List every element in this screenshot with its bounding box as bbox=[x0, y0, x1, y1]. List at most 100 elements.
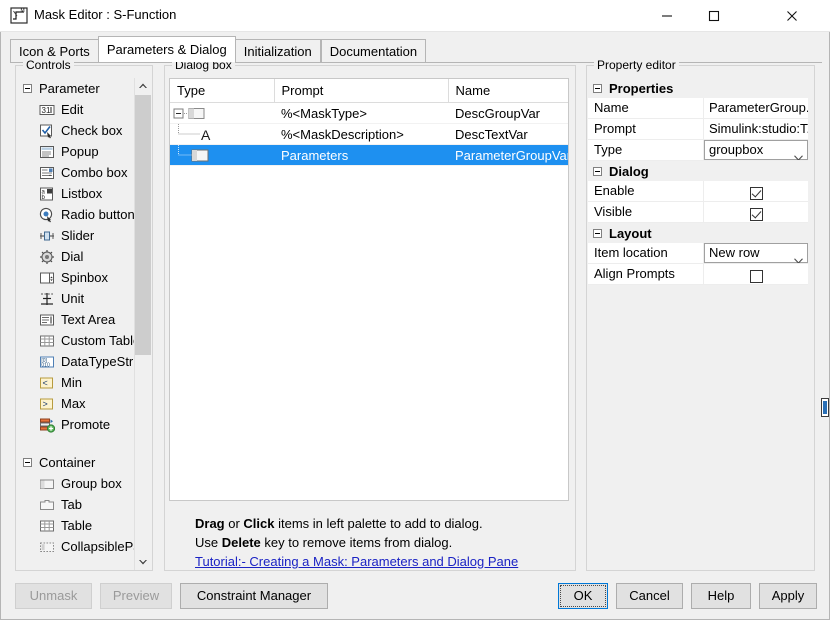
column-header-type[interactable]: Type bbox=[170, 79, 274, 103]
palette-item-table[interactable]: Table bbox=[17, 515, 136, 536]
minimize-button[interactable] bbox=[644, 0, 690, 31]
tutorial-link[interactable]: Tutorial:- Creating a Mask: Parameters a… bbox=[195, 554, 518, 569]
palette-item-custom-table[interactable]: Custom Table bbox=[17, 330, 136, 351]
property-row-visible: Visible bbox=[588, 202, 808, 223]
palette-item-label: Check box bbox=[61, 123, 122, 138]
collapse-icon[interactable] bbox=[593, 229, 602, 238]
property-group-label: Layout bbox=[609, 226, 652, 241]
palette-item-popup[interactable]: Popup bbox=[17, 141, 136, 162]
palette-item-tab[interactable]: Tab bbox=[17, 494, 136, 515]
item-location-combobox[interactable]: New row bbox=[704, 243, 808, 263]
table-row-selected[interactable]: Parameters ParameterGroupVar bbox=[170, 145, 568, 166]
property-value-visible bbox=[704, 202, 808, 222]
property-value-enable bbox=[704, 181, 808, 201]
palette-item-unit[interactable]: Unit bbox=[17, 288, 136, 309]
cell-name: DescTextVar bbox=[448, 124, 568, 145]
palette-item-text-area[interactable]: Text Area bbox=[17, 309, 136, 330]
collapse-icon[interactable] bbox=[593, 167, 602, 176]
property-row-item-location: Item location New row bbox=[588, 243, 808, 264]
property-value-type: groupbox bbox=[704, 140, 808, 160]
dialog-tree-table[interactable]: Type Prompt Name bbox=[169, 78, 569, 501]
svg-text:31: 31 bbox=[42, 106, 51, 115]
unit-icon bbox=[39, 291, 55, 307]
palette-item-check-box[interactable]: Check box bbox=[17, 120, 136, 141]
property-row-align-prompts: Align Prompts bbox=[588, 264, 808, 285]
maximize-button[interactable] bbox=[691, 0, 737, 31]
palette-item-edit[interactable]: 31 Edit bbox=[17, 99, 136, 120]
palette-item-promote[interactable]: Promote bbox=[17, 414, 136, 435]
table-row[interactable]: A %<MaskDescription> DescTextVar bbox=[170, 124, 568, 145]
palette-item-label: Max bbox=[61, 396, 86, 411]
palette-item-spinbox[interactable]: Spinbox bbox=[17, 267, 136, 288]
property-group-dialog[interactable]: Dialog bbox=[588, 161, 808, 181]
type-combobox[interactable]: groupbox bbox=[704, 140, 808, 160]
palette-item-listbox[interactable]: a b Listbox bbox=[17, 183, 136, 204]
constraint-manager-button[interactable]: Constraint Manager bbox=[180, 583, 328, 609]
property-label: Align Prompts bbox=[588, 264, 704, 284]
unmask-button[interactable]: Unmask bbox=[15, 583, 92, 609]
close-button[interactable] bbox=[769, 0, 815, 31]
property-value-name[interactable]: ParameterGroup... bbox=[704, 98, 808, 118]
align-prompts-checkbox[interactable] bbox=[750, 270, 763, 283]
enable-checkbox[interactable] bbox=[750, 187, 763, 200]
table-row[interactable]: %<MaskType> DescGroupVar bbox=[170, 103, 568, 124]
scroll-down-arrow[interactable] bbox=[135, 553, 151, 570]
scrollbar-thumb[interactable] bbox=[135, 95, 151, 355]
checkbox-icon bbox=[39, 123, 55, 139]
controls-palette-title: Controls bbox=[23, 58, 74, 72]
property-group-properties[interactable]: Properties bbox=[588, 78, 808, 98]
listbox-icon: a b bbox=[39, 186, 55, 202]
palette-item-label: DataTypeStr bbox=[61, 354, 133, 369]
palette-item-label: Spinbox bbox=[61, 270, 108, 285]
svg-text:<: < bbox=[43, 378, 48, 388]
hint-text: or bbox=[225, 516, 244, 531]
palette-item-datatypestr[interactable]: [0] 010 DataTypeStr bbox=[17, 351, 136, 372]
column-header-prompt[interactable]: Prompt bbox=[274, 79, 448, 103]
promote-icon bbox=[39, 417, 55, 433]
textarea-icon bbox=[39, 312, 55, 328]
property-value-prompt[interactable]: Simulink:studio:T... bbox=[704, 119, 808, 139]
palette-item-radio-button[interactable]: Radio button bbox=[17, 204, 136, 225]
palette-item-max[interactable]: > Max bbox=[17, 393, 136, 414]
palette-section-parameter[interactable]: Parameter bbox=[17, 78, 136, 99]
help-button[interactable]: Help bbox=[691, 583, 751, 609]
ok-button[interactable]: OK bbox=[558, 583, 608, 609]
scroll-up-arrow[interactable] bbox=[135, 78, 151, 95]
palette-item-label: Custom Table bbox=[61, 333, 136, 348]
property-row-prompt: Prompt Simulink:studio:T... bbox=[588, 119, 808, 140]
apply-button[interactable]: Apply bbox=[759, 583, 817, 609]
palette-section-label: Parameter bbox=[39, 81, 100, 96]
property-group-layout[interactable]: Layout bbox=[588, 223, 808, 243]
palette-item-slider[interactable]: Slider bbox=[17, 225, 136, 246]
palette-item-group-box[interactable]: Group box bbox=[17, 473, 136, 494]
column-header-name[interactable]: Name bbox=[448, 79, 568, 103]
dialog-hint-block: Drag or Click items in left palette to a… bbox=[195, 514, 518, 571]
property-label: Prompt bbox=[588, 119, 704, 139]
window-body: Icon & Ports Parameters & Dialog Initial… bbox=[0, 32, 830, 620]
tab-parameters-and-dialog[interactable]: Parameters & Dialog bbox=[98, 36, 236, 62]
property-label: Name bbox=[588, 98, 704, 118]
preview-button[interactable]: Preview bbox=[100, 583, 172, 609]
palette-item-dial[interactable]: Dial bbox=[17, 246, 136, 267]
spinbox-icon bbox=[39, 270, 55, 286]
tab-documentation[interactable]: Documentation bbox=[321, 39, 426, 62]
radiobutton-icon bbox=[39, 207, 55, 223]
visible-checkbox[interactable] bbox=[750, 208, 763, 221]
offscreen-edge-widget bbox=[821, 398, 829, 417]
property-label: Item location bbox=[588, 243, 704, 263]
palette-item-combo-box[interactable]: Combo box bbox=[17, 162, 136, 183]
collapse-icon[interactable] bbox=[23, 458, 32, 467]
svg-text:M: M bbox=[21, 8, 25, 14]
palette-item-collapsible-panel[interactable]: CollapsiblePan bbox=[17, 536, 136, 557]
close-icon bbox=[786, 10, 798, 22]
collapse-icon[interactable] bbox=[593, 84, 602, 93]
palette-scrollbar[interactable] bbox=[134, 78, 151, 570]
tab-initialization[interactable]: Initialization bbox=[235, 39, 321, 62]
palette-section-container[interactable]: Container bbox=[17, 452, 136, 473]
cancel-button[interactable]: Cancel bbox=[616, 583, 683, 609]
svg-text:A: A bbox=[201, 127, 211, 143]
slider-icon bbox=[39, 228, 55, 244]
palette-item-min[interactable]: < Min bbox=[17, 372, 136, 393]
palette-item-label: Unit bbox=[61, 291, 84, 306]
collapse-icon[interactable] bbox=[23, 84, 32, 93]
